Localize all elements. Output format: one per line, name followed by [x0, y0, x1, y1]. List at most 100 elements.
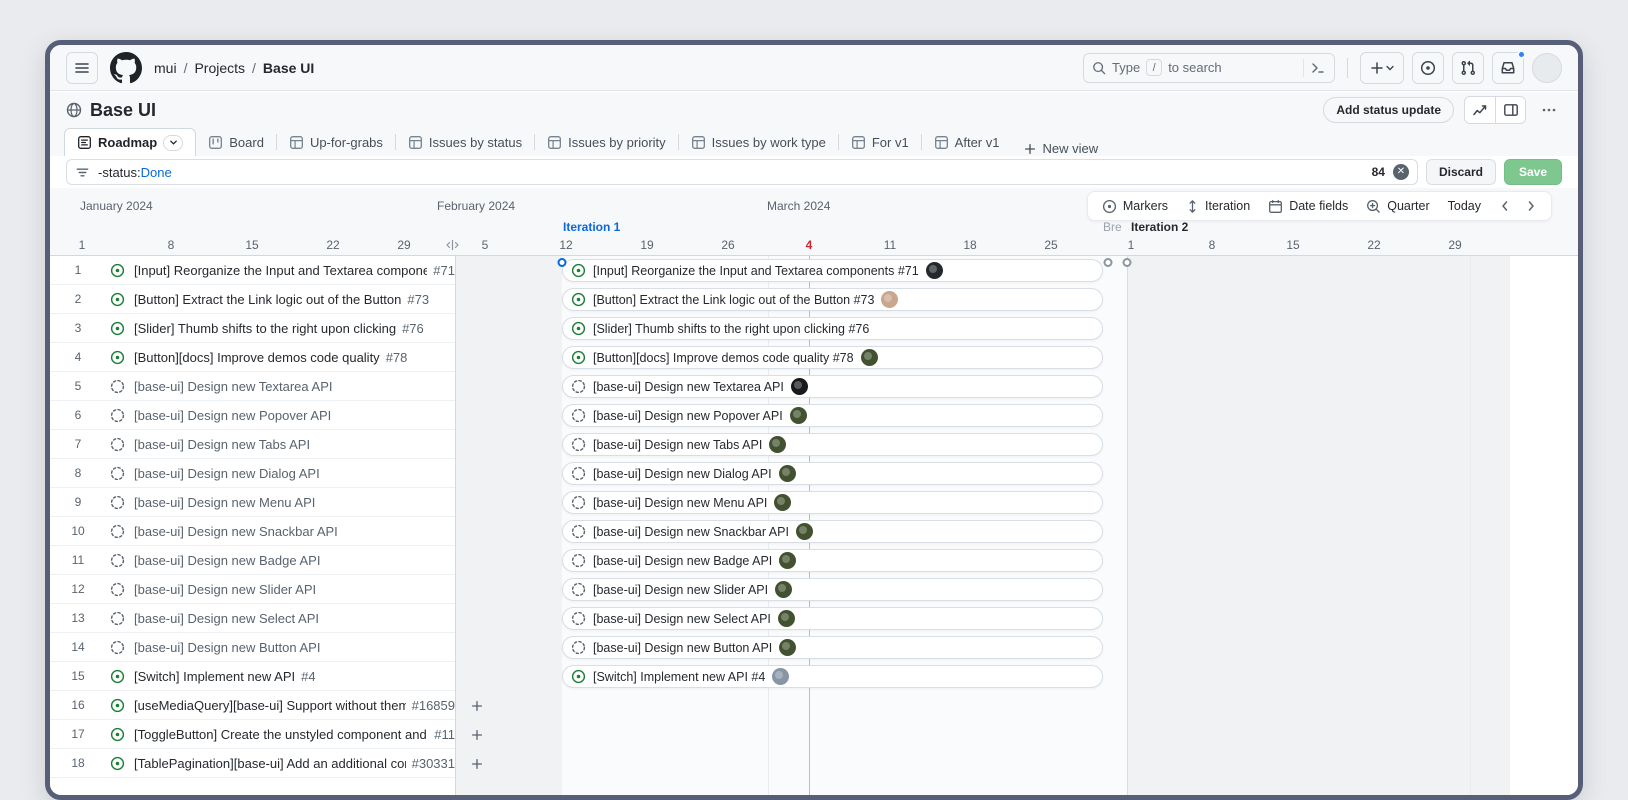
tab-issues-by-work-type[interactable]: Issues by work type — [679, 129, 838, 156]
breadcrumb-project-name[interactable]: Base UI — [263, 60, 314, 76]
create-new-button[interactable] — [1360, 52, 1404, 84]
roadmap-icon — [77, 135, 92, 150]
gantt-bar[interactable]: [Button] Extract the Link logic out of t… — [562, 288, 1103, 311]
chevron-left-icon[interactable] — [1499, 200, 1511, 212]
gantt-bar[interactable]: [base-ui] Design new Textarea API — [562, 375, 1103, 398]
page-title: Base UI — [90, 100, 156, 121]
breadcrumb-projects[interactable]: Projects — [194, 60, 245, 76]
assignee-avatar[interactable] — [796, 523, 813, 540]
today-button[interactable]: Today — [1448, 199, 1481, 213]
date-tick: 29 — [397, 238, 410, 252]
add-date-button[interactable] — [466, 695, 488, 717]
tab-up-for-grabs[interactable]: Up-for-grabs — [277, 129, 395, 156]
add-date-button[interactable] — [466, 724, 488, 746]
issues-button[interactable] — [1412, 52, 1444, 84]
assignee-avatar[interactable] — [926, 262, 943, 279]
list-item[interactable]: 3[Slider] Thumb shifts to the right upon… — [50, 314, 455, 343]
issue-opened-icon — [1420, 60, 1436, 76]
list-item[interactable]: 1[Input] Reorganize the Input and Textar… — [50, 256, 455, 285]
tab-for-v1[interactable]: For v1 — [839, 129, 921, 156]
item-issue-number: #11 — [434, 727, 455, 742]
list-item[interactable]: 11[base-ui] Design new Badge API — [50, 546, 455, 575]
save-button[interactable]: Save — [1504, 159, 1562, 185]
project-menu-button[interactable] — [1536, 97, 1562, 123]
global-search-input[interactable]: Type / to search — [1083, 53, 1335, 83]
gantt-bar[interactable]: [base-ui] Design new Badge API — [562, 549, 1103, 572]
add-status-update-button[interactable]: Add status update — [1323, 97, 1454, 123]
assignee-avatar[interactable] — [779, 639, 796, 656]
list-item[interactable]: 7[base-ui] Design new Tabs API — [50, 430, 455, 459]
new-view-button[interactable]: New view — [1011, 141, 1110, 156]
chevron-right-icon[interactable] — [1525, 200, 1537, 212]
search-placeholder-prefix: Type — [1112, 60, 1140, 75]
zoom-level-control[interactable]: Quarter — [1366, 199, 1429, 214]
list-item[interactable]: 18[TablePagination][base-ui] Add an addi… — [50, 749, 455, 778]
assignee-avatar[interactable] — [774, 494, 791, 511]
list-item[interactable]: 13[base-ui] Design new Select API — [50, 604, 455, 633]
list-item[interactable]: 16[useMediaQuery][base-ui] Support witho… — [50, 691, 455, 720]
list-item[interactable]: 5[base-ui] Design new Textarea API — [50, 372, 455, 401]
iteration-control[interactable]: Iteration — [1186, 199, 1250, 214]
list-item[interactable]: 17[ToggleButton] Create the unstyled com… — [50, 720, 455, 749]
tab-roadmap[interactable]: Roadmap — [64, 128, 196, 156]
command-palette-icon[interactable] — [1310, 60, 1326, 76]
breadcrumb-org[interactable]: mui — [154, 60, 177, 76]
gantt-bar[interactable]: [Input] Reorganize the Input and Textare… — [562, 259, 1103, 282]
list-item[interactable]: 2[Button] Extract the Link logic out of … — [50, 285, 455, 314]
pull-requests-button[interactable] — [1452, 52, 1484, 84]
assignee-avatar[interactable] — [790, 407, 807, 424]
gantt-bar[interactable]: [Switch] Implement new API #4 — [562, 665, 1103, 688]
github-logo-icon[interactable] — [110, 52, 142, 84]
gantt-bar[interactable]: [base-ui] Design new Select API — [562, 607, 1103, 630]
list-item[interactable]: 9[base-ui] Design new Menu API — [50, 488, 455, 517]
tab-label: Board — [229, 135, 264, 150]
list-item[interactable]: 6[base-ui] Design new Popover API — [50, 401, 455, 430]
gantt-bar[interactable]: [Button][docs] Improve demos code qualit… — [562, 346, 1103, 369]
gantt-bar[interactable]: [base-ui] Design new Slider API — [562, 578, 1103, 601]
discard-button[interactable]: Discard — [1426, 159, 1496, 185]
hamburger-menu-button[interactable] — [66, 52, 98, 84]
bar-title: [base-ui] Design new Slider API — [593, 583, 768, 597]
tab-after-v1[interactable]: After v1 — [922, 129, 1012, 156]
assignee-avatar[interactable] — [775, 581, 792, 598]
list-item[interactable]: 14[base-ui] Design new Button API — [50, 633, 455, 662]
bar-title: [base-ui] Design new Popover API — [593, 409, 783, 423]
assignee-avatar[interactable] — [791, 378, 808, 395]
tab-board[interactable]: Board — [196, 129, 276, 156]
assignee-avatar[interactable] — [769, 436, 786, 453]
gantt-bar[interactable]: [base-ui] Design new Tabs API — [562, 433, 1103, 456]
filter-query-input[interactable]: -status:Done 84 ✕ — [66, 159, 1418, 185]
draft-issue-icon — [571, 379, 586, 394]
list-item[interactable]: 4[Button][docs] Improve demos code quali… — [50, 343, 455, 372]
assignee-avatar[interactable] — [779, 552, 796, 569]
side-panel-toggle-button[interactable] — [1495, 97, 1525, 123]
view-options-caret-button[interactable] — [163, 135, 183, 151]
insights-button[interactable] — [1465, 97, 1495, 123]
assignee-avatar[interactable] — [779, 465, 796, 482]
gantt-bar[interactable]: [base-ui] Design new Snackbar API — [562, 520, 1103, 543]
gantt-bar[interactable]: [base-ui] Design new Popover API — [562, 404, 1103, 427]
user-avatar[interactable] — [1532, 53, 1562, 83]
assignee-avatar[interactable] — [861, 349, 878, 366]
assignee-avatar[interactable] — [772, 668, 789, 685]
assignee-avatar[interactable] — [778, 610, 795, 627]
column-resize-handle[interactable] — [444, 239, 461, 251]
date-fields-control[interactable]: Date fields — [1268, 199, 1348, 214]
list-item[interactable]: 10[base-ui] Design new Snackbar API — [50, 517, 455, 546]
month-gridline — [1470, 256, 1471, 795]
assignee-avatar[interactable] — [881, 291, 898, 308]
inbox-button[interactable] — [1492, 52, 1524, 84]
gantt-bar[interactable]: [base-ui] Design new Button API — [562, 636, 1103, 659]
markers-control[interactable]: Markers — [1102, 199, 1168, 214]
list-item[interactable]: 8[base-ui] Design new Dialog API — [50, 459, 455, 488]
list-item[interactable]: 15[Switch] Implement new API#4 — [50, 662, 455, 691]
clear-filter-button[interactable]: ✕ — [1393, 164, 1409, 180]
gantt-bar[interactable]: [base-ui] Design new Dialog API — [562, 462, 1103, 485]
item-issue-number: #71 — [433, 263, 455, 278]
gantt-bar[interactable]: [Slider] Thumb shifts to the right upon … — [562, 317, 1103, 340]
list-item[interactable]: 12[base-ui] Design new Slider API — [50, 575, 455, 604]
tab-issues-by-status[interactable]: Issues by status — [396, 129, 534, 156]
tab-issues-by-priority[interactable]: Issues by priority — [535, 129, 678, 156]
add-date-button[interactable] — [466, 753, 488, 775]
gantt-bar[interactable]: [base-ui] Design new Menu API — [562, 491, 1103, 514]
